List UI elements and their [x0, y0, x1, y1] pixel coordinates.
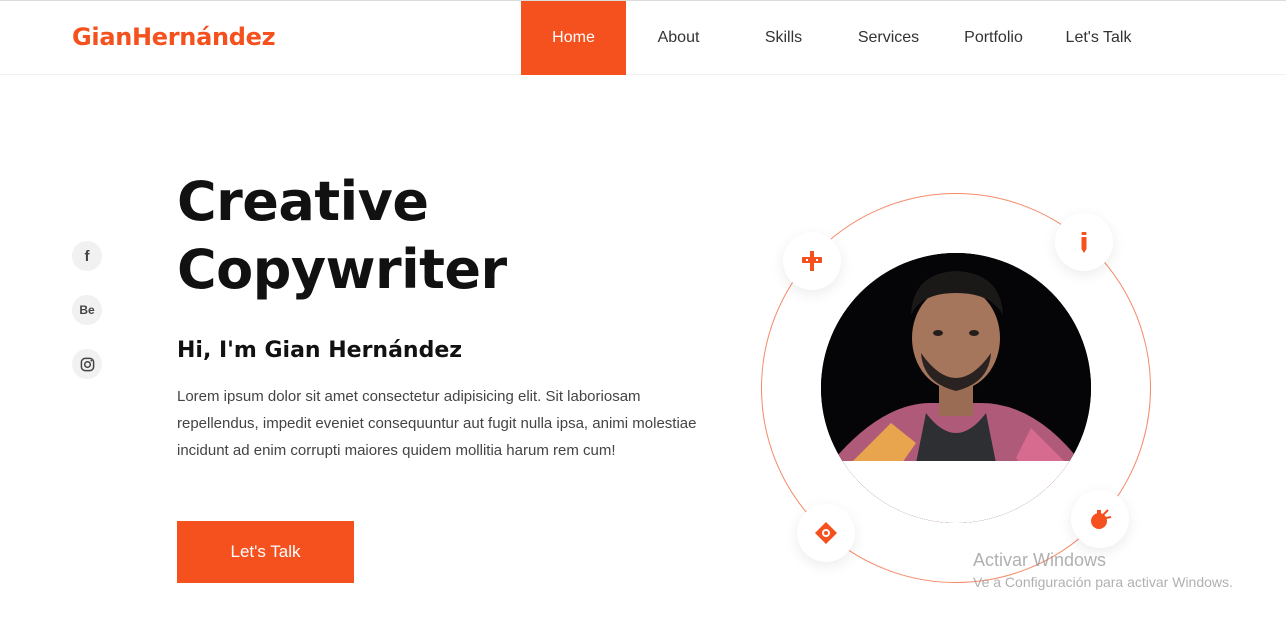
- avatar: [821, 253, 1091, 523]
- hero-greeting: Hi, I'm Gian Hernández: [177, 338, 463, 363]
- compass-icon: [802, 251, 822, 271]
- nav-skills[interactable]: Skills: [731, 1, 836, 75]
- target-badge: [797, 504, 855, 562]
- brand-logo[interactable]: GianHernández: [72, 23, 276, 51]
- target-icon: [815, 522, 837, 544]
- behance-link[interactable]: Be: [72, 295, 102, 325]
- facebook-icon: f: [84, 247, 90, 265]
- windows-activation-title: Activar Windows: [973, 550, 1107, 570]
- instagram-link[interactable]: [72, 349, 102, 379]
- hero-title-line2: Copywriter: [177, 238, 507, 301]
- facebook-link[interactable]: f: [72, 241, 102, 271]
- nav-portfolio[interactable]: Portfolio: [941, 1, 1046, 75]
- bulb-icon: [1091, 509, 1112, 529]
- nav-home[interactable]: Home: [521, 1, 626, 75]
- avatar-crop: [821, 461, 1091, 523]
- hero-title: Creative Copywriter: [177, 168, 507, 304]
- nav-about[interactable]: About: [626, 1, 731, 75]
- pencil-badge: [1055, 213, 1113, 271]
- instagram-icon: [80, 357, 94, 371]
- lets-talk-button[interactable]: Let's Talk: [177, 521, 354, 583]
- hero-title-line1: Creative: [177, 170, 429, 233]
- bulb-badge: [1071, 490, 1129, 548]
- navbar: GianHernández Home About Skills Services…: [0, 1, 1286, 75]
- windows-activation-subtitle: Ve a Configuración para activar Windows.: [973, 574, 1233, 590]
- pencil-icon: [1081, 232, 1087, 253]
- main-nav: Home About Skills Services Portfolio Let…: [521, 1, 1151, 75]
- nav-services[interactable]: Services: [836, 1, 941, 75]
- nav-lets-talk[interactable]: Let's Talk: [1046, 1, 1151, 75]
- behance-icon: Be: [79, 303, 95, 317]
- hero-description: Lorem ipsum dolor sit amet consectetur a…: [177, 388, 697, 459]
- compass-badge: [783, 232, 841, 290]
